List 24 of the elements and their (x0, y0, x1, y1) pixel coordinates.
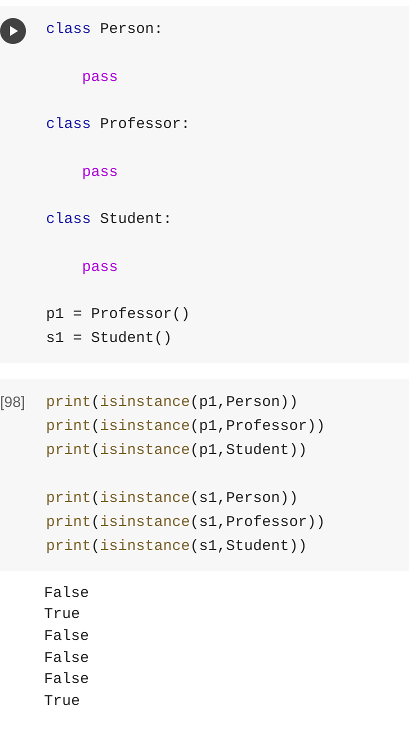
code-line: class Student: (46, 210, 174, 230)
run-button-icon[interactable] (0, 18, 26, 44)
code-cell[interactable]: class Person: pass class Professor: pass class Student: pass p1 = Professor() s1 = Student() (0, 6, 409, 363)
code-line: print(isinstance(s1,Person)) (46, 488, 300, 508)
output-line: False (44, 626, 90, 647)
code-line: print(isinstance(p1,Person)) (46, 393, 300, 413)
code-line: p1 = Professor() (46, 305, 190, 325)
code-cell[interactable]: [98] print(isinstance(p1,Person)) print(isinstance(p1,Professor)) print(isinstance(p1,Student)) print(isinstance(s1,Person)) print(isinstance(s1,Professor)) print(isinstance(s1,Student)) (0, 379, 409, 570)
code-line: print(isinstance(s1,Student)) (46, 536, 308, 556)
execution-count: [98] (0, 393, 26, 413)
output-line: False (44, 648, 90, 669)
code-line: print(isinstance(p1,Professor)) (46, 417, 326, 437)
output-line: True (44, 692, 82, 712)
code-line: print(isinstance(p1,Student)) (46, 441, 308, 461)
output-line: True (44, 605, 82, 626)
output-line: False (44, 584, 90, 604)
code-line: pass (81, 162, 120, 182)
code-line: class Person: (46, 20, 164, 40)
code-line: print(isinstance(s1,Professor)) (46, 512, 326, 532)
code-line: pass (81, 68, 120, 88)
code-line: pass (81, 258, 120, 278)
output-line: False (44, 670, 90, 690)
code-line: class Professor: (46, 115, 190, 135)
code-line: s1 = Student() (46, 329, 174, 349)
